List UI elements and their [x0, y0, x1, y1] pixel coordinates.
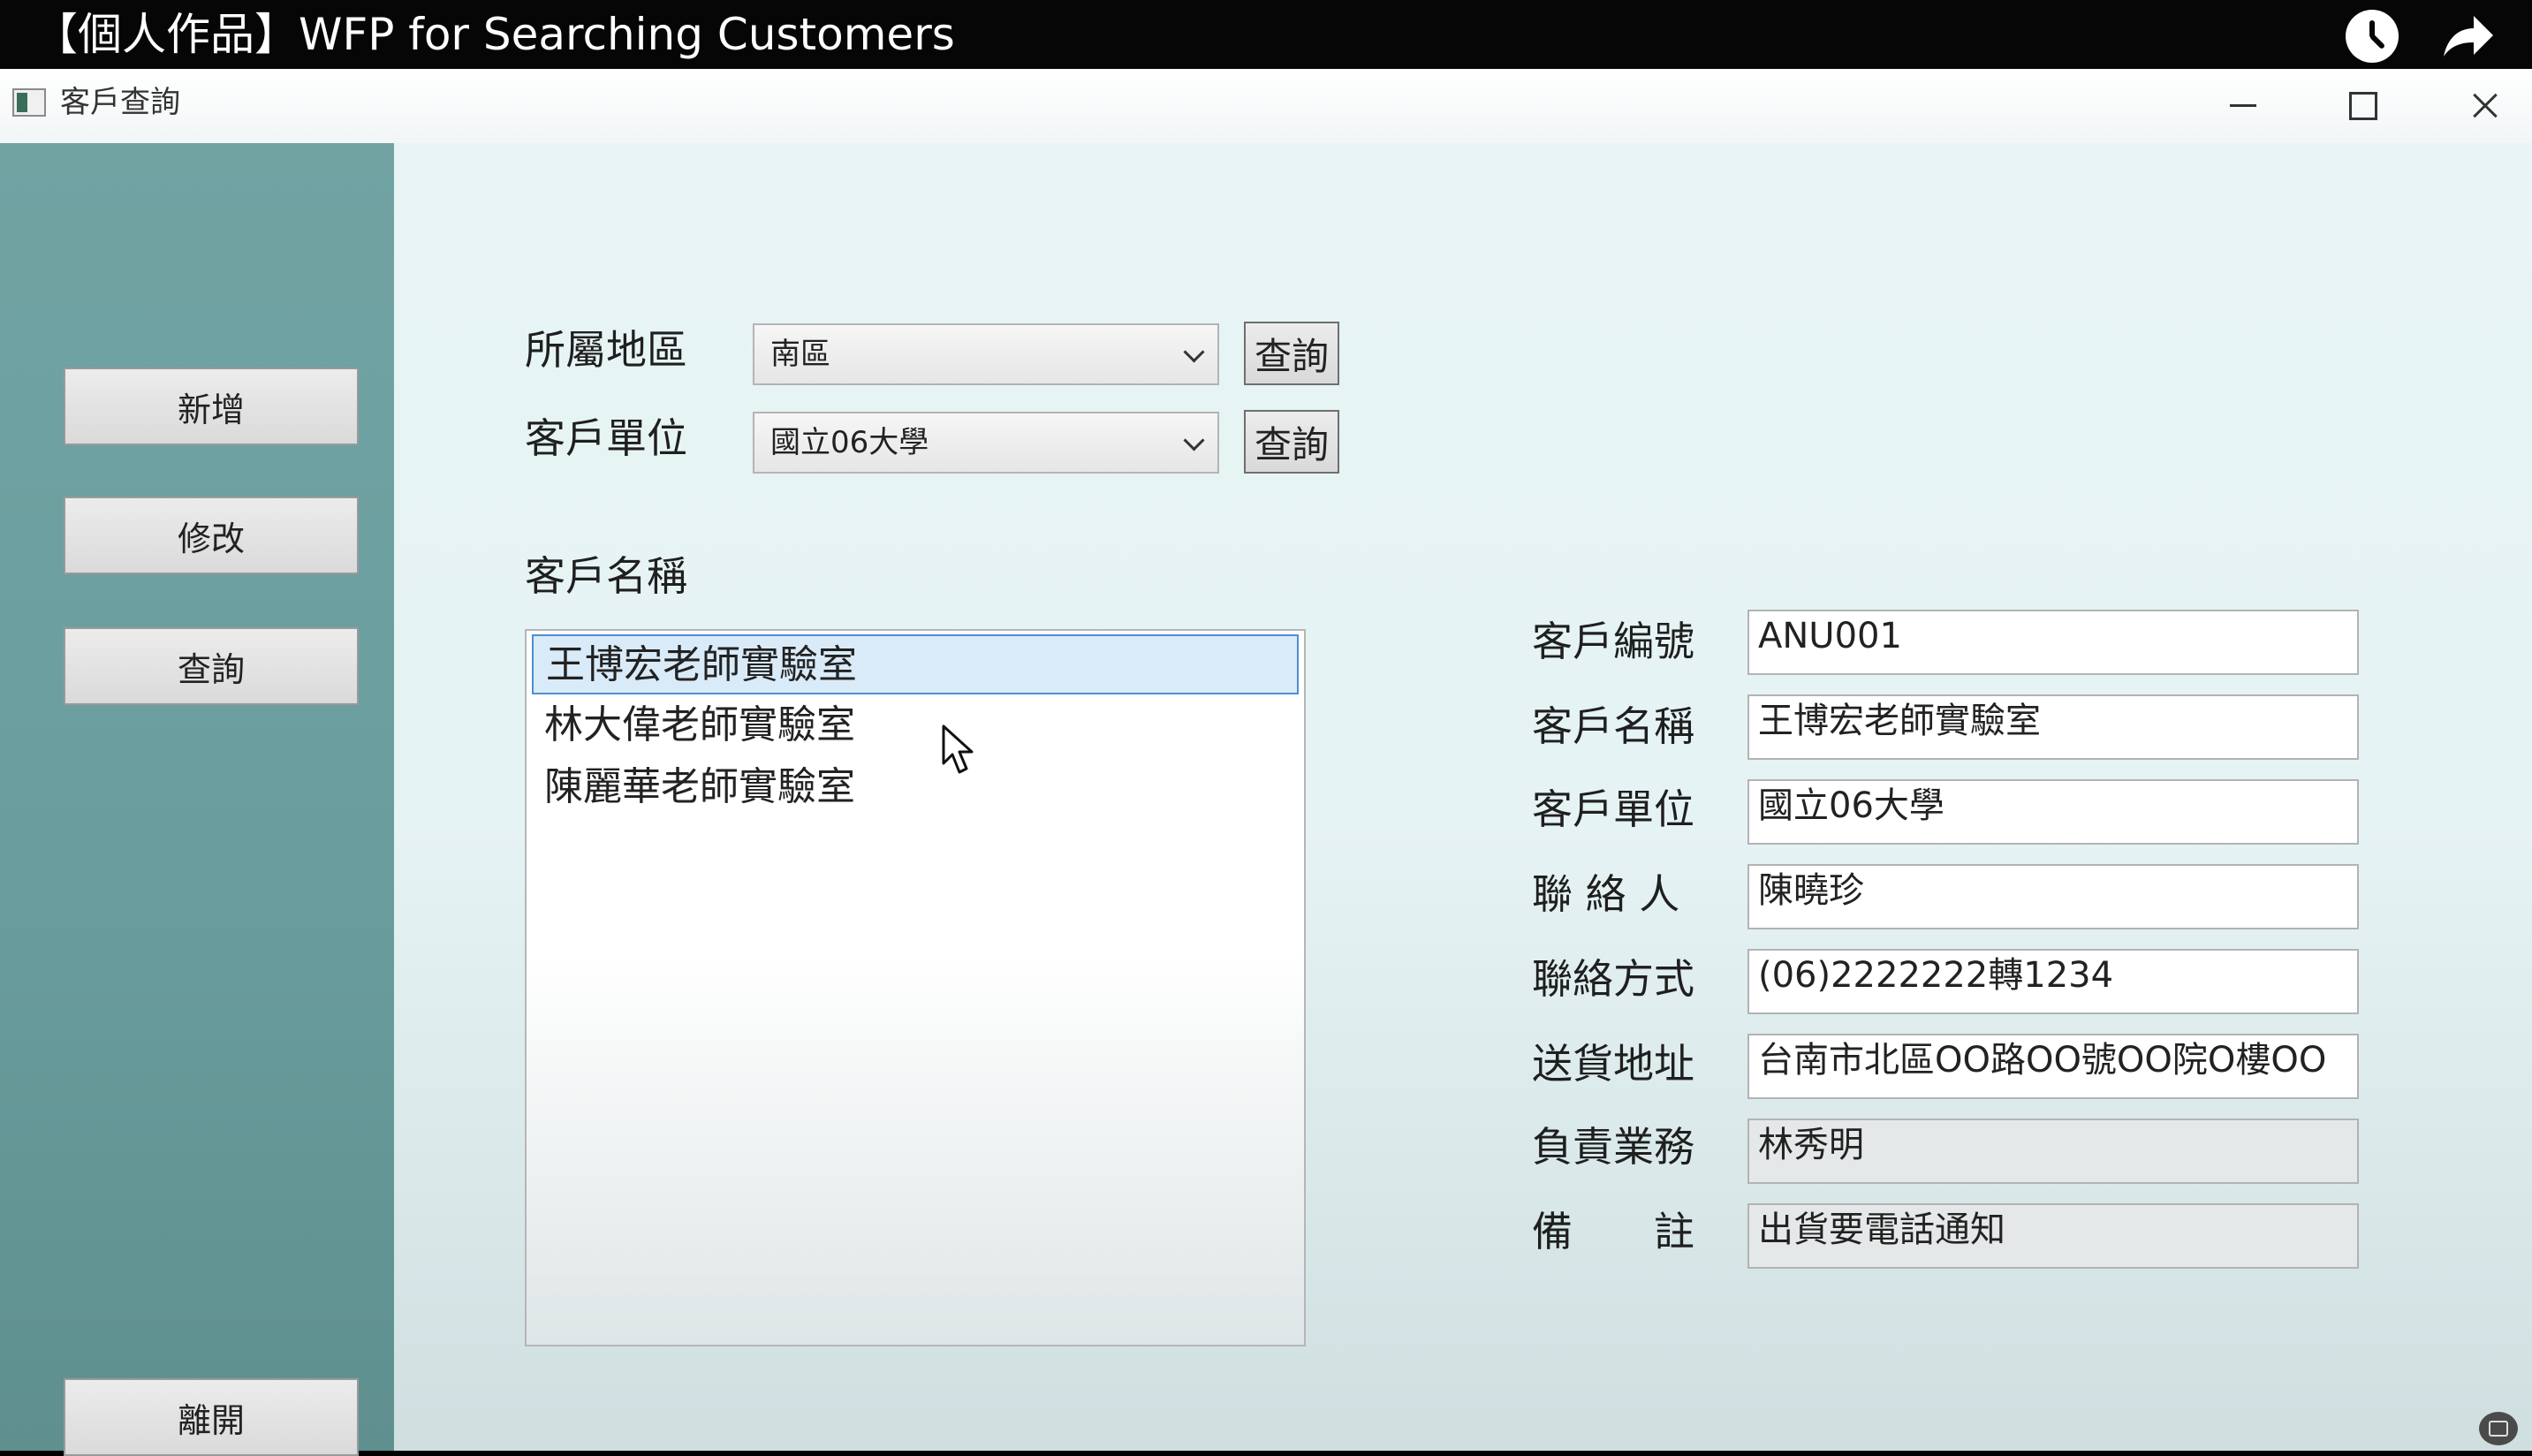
unit-query-button[interactable]: 查詢 [1244, 410, 1339, 474]
sales-rep-field[interactable]: 林秀明 [1747, 1119, 2359, 1184]
customer-name-field[interactable]: 王博宏老師實驗室 [1747, 694, 2359, 760]
exit-button[interactable]: 離開 [64, 1378, 359, 1456]
delivery-address-label: 送貨地址 [1532, 1040, 1694, 1088]
contact-method-field[interactable]: (06)2222222轉1234 [1747, 949, 2359, 1014]
list-item[interactable]: 王博宏老師實驗室 [532, 634, 1299, 694]
mouse-cursor-icon [942, 724, 974, 774]
sidebar: 新增 修改 查詢 離開 [0, 143, 394, 1456]
close-button[interactable] [2458, 83, 2511, 127]
list-item[interactable]: 林大偉老師實驗室 [532, 696, 1299, 756]
sales-rep-label: 負責業務 [1532, 1123, 1694, 1171]
customer-unit-field[interactable]: 國立06大學 [1747, 779, 2359, 845]
add-button[interactable]: 新增 [64, 368, 359, 445]
chevron-down-icon [1183, 341, 1205, 363]
search-button[interactable]: 查詢 [64, 627, 359, 705]
app-icon [12, 88, 46, 117]
region-select-value: 南區 [770, 337, 830, 372]
maximize-button[interactable] [2336, 83, 2389, 127]
contact-method-label: 聯絡方式 [1532, 955, 1694, 1003]
minimize-button[interactable] [2217, 83, 2270, 127]
contact-person-field[interactable]: 陳曉珍 [1747, 864, 2359, 929]
clock-icon[interactable] [2346, 10, 2399, 63]
share-icon[interactable] [2440, 9, 2497, 62]
unit-select[interactable]: 國立06大學 [753, 412, 1219, 474]
customer-id-label: 客戶編號 [1532, 618, 1694, 665]
chevron-down-icon [1183, 429, 1205, 451]
delivery-address-field[interactable]: 台南市北區OO路OO號OO院O樓OO [1747, 1034, 2359, 1099]
edit-button[interactable]: 修改 [64, 497, 359, 574]
video-title: 【個人作品】WFP for Searching Customers [34, 9, 955, 60]
window-title: 客戶查詢 [60, 85, 180, 120]
contact-person-label: 聯 絡 人 [1532, 870, 1680, 918]
customer-id-field[interactable]: ANU001 [1747, 610, 2359, 675]
screenshot-icon[interactable] [2479, 1412, 2518, 1445]
video-title-bar: 【個人作品】WFP for Searching Customers [0, 0, 2532, 69]
customer-name-label: 客戶名稱 [1532, 702, 1694, 750]
region-label: 所屬地區 [525, 326, 687, 374]
list-item[interactable]: 陳麗華老師實驗室 [532, 758, 1299, 818]
region-select[interactable]: 南區 [753, 323, 1219, 385]
window-titlebar: 客戶查詢 [0, 69, 2532, 143]
note-field[interactable]: 出貨要電話通知 [1747, 1203, 2359, 1269]
region-query-button[interactable]: 查詢 [1244, 322, 1339, 385]
app-window: 客戶查詢 新增 修改 查詢 離開 所屬地區 南區 查詢 客戶單位 國立06大學 … [0, 69, 2532, 1456]
note-label: 備 註 [1532, 1208, 1694, 1255]
unit-select-value: 國立06大學 [770, 425, 929, 460]
customer-listbox[interactable]: 王博宏老師實驗室 林大偉老師實驗室 陳麗華老師實驗室 [525, 629, 1306, 1346]
customer-unit-label: 客戶單位 [1532, 785, 1694, 833]
unit-label: 客戶單位 [525, 414, 687, 462]
customer-list-label: 客戶名稱 [525, 552, 687, 600]
